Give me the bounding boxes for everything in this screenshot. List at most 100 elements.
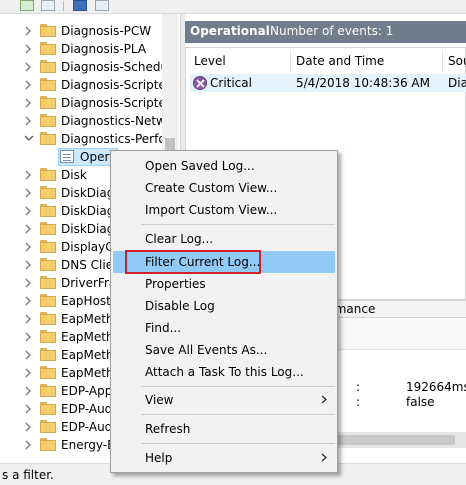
chevron-right-icon[interactable]: [24, 80, 34, 90]
chevron-right-icon[interactable]: [24, 350, 34, 360]
tree-item[interactable]: Diagnosis-Scripted: [0, 94, 180, 112]
menu-item-import-custom-view[interactable]: Import Custom View...: [113, 199, 335, 221]
menu-item-open-saved-log[interactable]: Open Saved Log...: [113, 155, 335, 177]
menu-item-label: Help: [145, 451, 173, 465]
detail-value: 192664ms: [406, 380, 466, 394]
menu-item-disable-log[interactable]: Disable Log: [113, 295, 335, 317]
tree-item-label: Diagnosis-Scripted: [61, 96, 174, 110]
menu-separator: [141, 386, 335, 387]
tree-item-label: Energy-E: [61, 438, 115, 452]
help-icon[interactable]: [73, 0, 87, 11]
menu-item-refresh[interactable]: Refresh: [113, 418, 335, 440]
chevron-right-icon[interactable]: [24, 422, 34, 432]
folder-icon: [40, 276, 56, 289]
menu-separator: [141, 414, 335, 415]
tree-item[interactable]: Diagnosis-PCW: [0, 22, 180, 40]
folder-icon: [40, 60, 56, 73]
chevron-down-icon[interactable]: [24, 134, 34, 144]
chevron-right-icon[interactable]: [24, 98, 34, 108]
folder-icon: [40, 366, 56, 379]
properties-icon[interactable]: [20, 0, 34, 11]
tree-item-label: EapMeth: [61, 330, 114, 344]
folder-icon: [40, 402, 56, 415]
menu-item-label: Find...: [145, 321, 182, 335]
tree-item-label: DiskDiag: [61, 222, 115, 236]
event-count: Number of events: 1: [270, 24, 394, 38]
tree-item-label: DiskDiag: [61, 186, 115, 200]
chevron-right-icon[interactable]: [24, 314, 34, 324]
chevron-right-icon[interactable]: [24, 44, 34, 54]
chevron-right-icon[interactable]: [24, 278, 34, 288]
menu-item-find[interactable]: Find...: [113, 317, 335, 339]
show-hide-console-tree-icon[interactable]: [41, 0, 55, 11]
folder-icon: [40, 384, 56, 397]
menu-item-label: Open Saved Log...: [145, 159, 255, 173]
menu-item-filter-current-log[interactable]: Filter Current Log...: [113, 251, 335, 273]
folder-icon: [40, 258, 56, 271]
tree-item-label: Diagnostics-Perfor: [61, 132, 171, 146]
chevron-right-icon[interactable]: [24, 188, 34, 198]
menu-item-label: Clear Log...: [145, 232, 214, 246]
log-title: Operational: [190, 24, 270, 38]
column-header-source[interactable]: Sou: [448, 52, 466, 72]
folder-icon: [40, 42, 56, 55]
menu-item-attach-task[interactable]: Attach a Task To this Log...: [113, 361, 335, 383]
toolbar: [0, 0, 466, 14]
log-icon: [60, 150, 74, 163]
menu-item-help[interactable]: Help: [113, 447, 335, 469]
cell-source: Dia: [448, 76, 466, 90]
menu-separator: [141, 443, 335, 444]
chevron-right-icon[interactable]: [24, 440, 34, 450]
menu-item-create-custom-view[interactable]: Create Custom View...: [113, 177, 335, 199]
folder-icon: [40, 186, 56, 199]
chevron-right-icon[interactable]: [24, 332, 34, 342]
chevron-right-icon[interactable]: [24, 404, 34, 414]
folder-icon: [40, 348, 56, 361]
tree-item-label: EapMeth: [61, 312, 114, 326]
column-header-level[interactable]: Level: [194, 52, 226, 72]
menu-item-label: Save All Events As...: [145, 343, 268, 357]
tree-item-label: EDP-Aud: [61, 420, 113, 434]
log-header: Operational Number of events: 1: [185, 21, 466, 43]
folder-icon: [40, 240, 56, 253]
column-separator[interactable]: [442, 50, 443, 72]
chevron-right-icon[interactable]: [24, 368, 34, 378]
folder-icon: [40, 294, 56, 307]
tree-item-label: Diagnostics-Netwo: [61, 114, 174, 128]
tree-item[interactable]: Diagnosis-Schedul: [0, 58, 180, 76]
tree-item-label: Diagnosis-PLA: [61, 42, 147, 56]
menu-item-properties[interactable]: Properties: [113, 273, 335, 295]
column-header-date-time[interactable]: Date and Time: [296, 52, 384, 72]
menu-item-label: Create Custom View...: [145, 181, 278, 195]
detail-separator: :: [356, 380, 361, 394]
column-separator[interactable]: [290, 50, 291, 72]
menu-item-label: Disable Log: [145, 299, 215, 313]
folder-icon: [40, 312, 56, 325]
folder-icon: [40, 330, 56, 343]
show-hide-action-pane-icon[interactable]: [95, 0, 109, 11]
chevron-right-icon[interactable]: [24, 170, 34, 180]
folder-icon: [40, 222, 56, 235]
menu-item-clear-log[interactable]: Clear Log...: [113, 228, 335, 250]
tree-item-label: Disk: [61, 168, 87, 182]
folder-icon: [40, 168, 56, 181]
folder-icon: [40, 24, 56, 37]
chevron-right-icon[interactable]: [24, 26, 34, 36]
menu-item-save-all-events-as[interactable]: Save All Events As...: [113, 339, 335, 361]
tree-item[interactable]: Diagnosis-PLA: [0, 40, 180, 58]
chevron-right-icon[interactable]: [24, 62, 34, 72]
chevron-right-icon[interactable]: [24, 386, 34, 396]
chevron-right-icon[interactable]: [24, 116, 34, 126]
tree-item-label: DriverFra: [61, 276, 117, 290]
menu-item-view[interactable]: View: [113, 389, 335, 411]
chevron-right-icon[interactable]: [24, 260, 34, 270]
chevron-right-icon[interactable]: [24, 224, 34, 234]
tree-item[interactable]: Diagnostics-Netwo: [0, 112, 180, 130]
tree-item-label: DisplayC: [61, 240, 114, 254]
chevron-right-icon[interactable]: [24, 206, 34, 216]
tree-item[interactable]: Diagnosis-Scripted: [0, 76, 180, 94]
detail-separator: :: [356, 395, 361, 409]
tree-item[interactable]: Diagnostics-Perfor: [0, 130, 180, 148]
chevron-right-icon[interactable]: [24, 242, 34, 252]
chevron-right-icon[interactable]: [24, 296, 34, 306]
